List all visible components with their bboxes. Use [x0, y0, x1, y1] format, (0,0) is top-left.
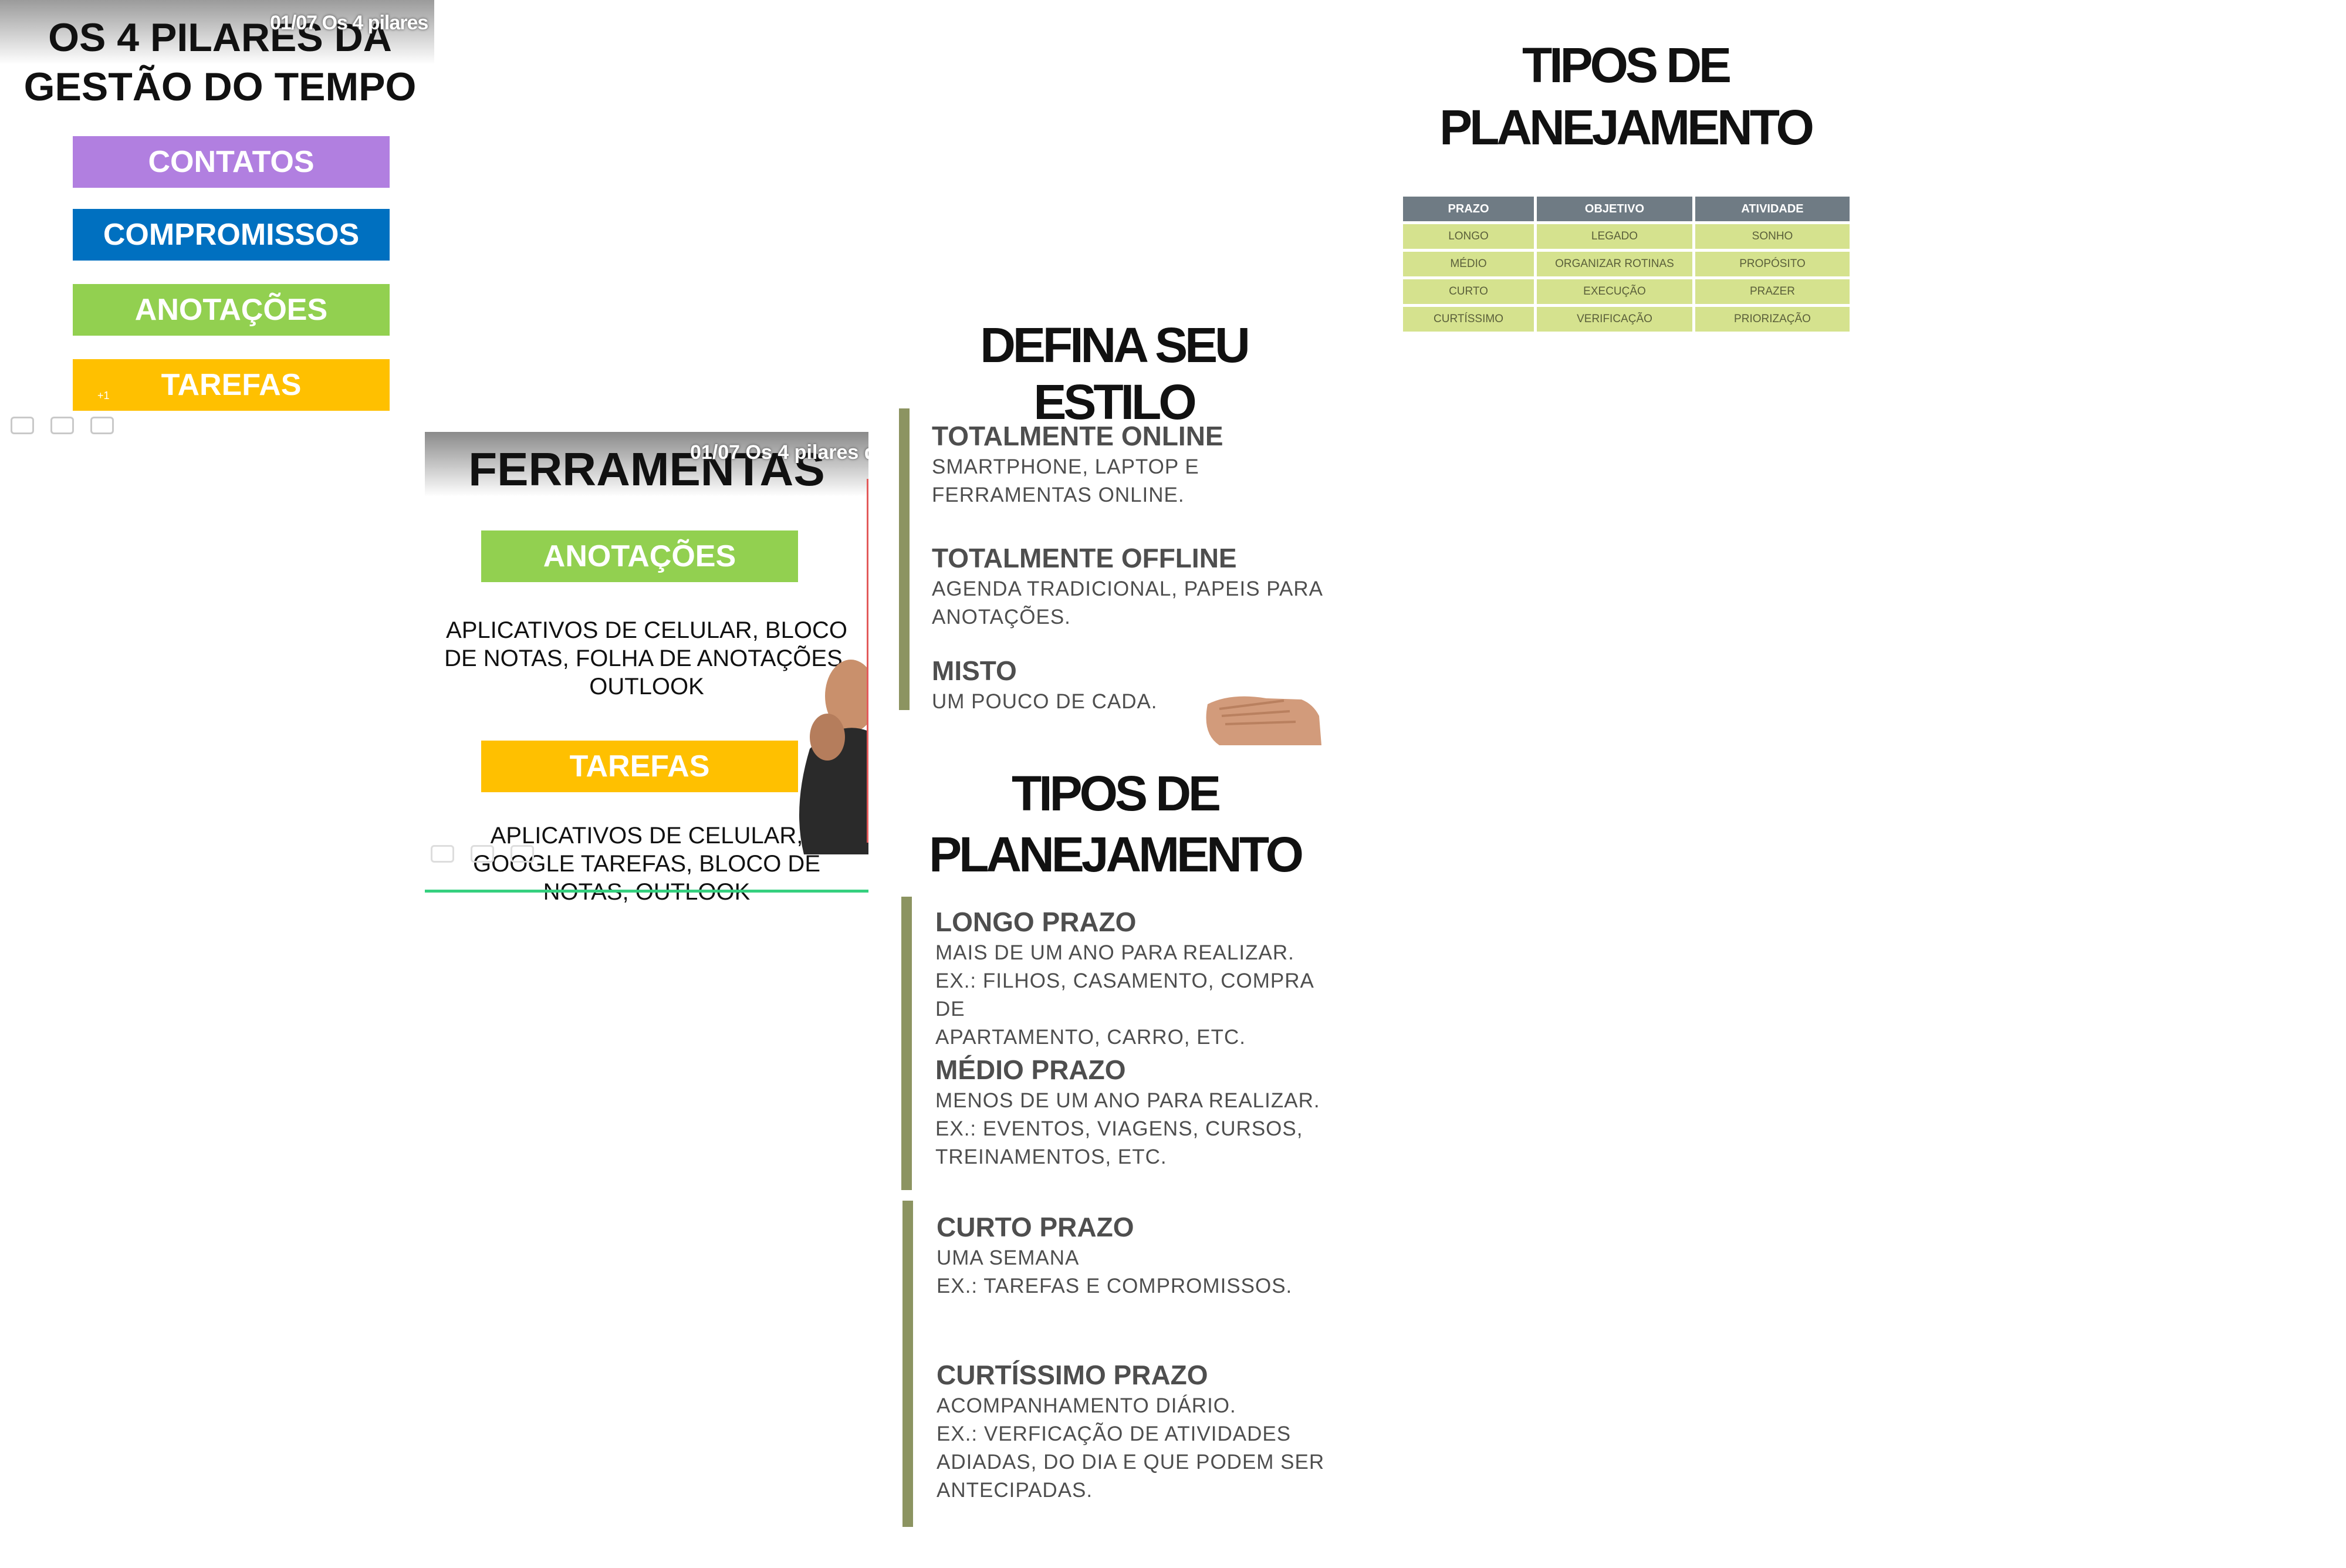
table-cell: LEGADO: [1537, 224, 1692, 249]
tabela-title: TIPOS DE PLANEJAMENTO: [1391, 34, 1860, 158]
medio-prazo-line: MENOS DE UM ANO PARA REALIZAR.: [935, 1089, 1320, 1112]
rewind-icon[interactable]: [11, 417, 34, 434]
right-edge-line: [867, 479, 868, 843]
table-row: CURTÍSSIMO VERIFICAÇÃO PRIORIZAÇÃO: [1403, 307, 1850, 332]
tipos-title: TIPOS DE PLANEJAMENTO: [898, 763, 1332, 885]
longo-prazo-text: MAIS DE UM ANO PARA REALIZAR. EX.: FILHO…: [935, 939, 1332, 1052]
video-title[interactable]: 01/07 Os 4 pilares d: [690, 441, 868, 464]
estilo-misto-text: UM POUCO DE CADA.: [932, 690, 1158, 713]
print-icon[interactable]: [90, 417, 114, 434]
table-cell: LONGO: [1403, 224, 1534, 249]
video-thumbnail-pilares[interactable]: OS 4 PILARES DA GESTÃO DO TEMPO 01/07 Os…: [0, 0, 434, 446]
table-row: CURTO EXECUÇÃO PRAZER: [1403, 279, 1850, 304]
curtissimo-prazo-text: ACOMPANHAMENTO DIÁRIO. EX.: VERFICAÇÃO D…: [937, 1392, 1324, 1505]
hand-image: [1206, 696, 1321, 745]
table-cell: PRAZER: [1695, 279, 1850, 304]
header-atividade: ATIVIDADE: [1695, 197, 1850, 221]
table-cell: EXECUÇÃO: [1537, 279, 1692, 304]
medio-prazo-heading: MÉDIO PRAZO: [935, 1055, 1126, 1085]
video-title[interactable]: 01/07 Os 4 pilares: [270, 12, 434, 35]
print-icon[interactable]: [511, 845, 534, 863]
curtissimo-prazo-line: ADIADAS, DO DIA E QUE PODEM SER: [937, 1451, 1325, 1474]
ferramentas-anotacoes-label: ANOTAÇÕES: [481, 530, 798, 582]
longo-prazo-line: MAIS DE UM ANO PARA REALIZAR.: [935, 941, 1294, 964]
table-cell: PRIORIZAÇÃO: [1695, 307, 1850, 332]
estilo-title: DEFINA SEU ESTILO: [980, 317, 1250, 430]
forward-icon[interactable]: [471, 845, 494, 863]
table-header-row: PRAZO OBJETIVO ATIVIDADE: [1403, 197, 1850, 221]
estilo-offline-heading: TOTALMENTE OFFLINE: [932, 543, 1237, 573]
rewind-icon[interactable]: [431, 845, 454, 863]
pilares-title-line2: GESTÃO DO TEMPO: [23, 65, 417, 109]
table-row: LONGO LEGADO SONHO: [1403, 224, 1850, 249]
medio-prazo-line: TREINAMENTOS, ETC.: [935, 1145, 1167, 1168]
curtissimo-prazo-heading: CURTÍSSIMO PRAZO: [937, 1360, 1208, 1390]
planejamento-table: PRAZO OBJETIVO ATIVIDADE LONGO LEGADO SO…: [1400, 194, 1853, 334]
curto-prazo-line: UMA SEMANA: [937, 1246, 1080, 1269]
curto-prazo-text: UMA SEMANA EX.: TAREFAS E COMPROMISSOS.: [937, 1244, 1292, 1300]
estilo-misto-heading: MISTO: [932, 655, 1017, 686]
pilar-anotacoes: ANOTAÇÕES: [73, 284, 390, 336]
curtissimo-prazo-line: ANTECIPADAS.: [937, 1479, 1093, 1502]
pilar-contatos: CONTATOS: [73, 136, 390, 188]
table-cell: SONHO: [1695, 224, 1850, 249]
header-prazo: PRAZO: [1403, 197, 1534, 221]
table-cell: VERIFICAÇÃO: [1537, 307, 1692, 332]
tipos-title-line2: PLANEJAMENTO: [929, 827, 1304, 882]
curtissimo-prazo-line: EX.: VERFICAÇÃO DE ATIVIDADES: [937, 1422, 1292, 1445]
ferramentas-tarefas-label: TAREFAS: [481, 741, 798, 792]
tipos-list-slide: TIPOS DE PLANEJAMENTO LONGO PRAZO MAIS D…: [898, 763, 1332, 1527]
longo-prazo-heading: LONGO PRAZO: [935, 907, 1137, 937]
estilo-slide: DEFINA SEU ESTILO TOTALMENTE ONLINE SMAR…: [897, 317, 1331, 745]
curto-prazo-line: EX.: TAREFAS E COMPROMISSOS.: [937, 1275, 1293, 1297]
tabela-title-line2: PLANEJAMENTO: [1439, 100, 1814, 155]
tipos-bar-1: [901, 897, 912, 1190]
table-cell: CURTO: [1403, 279, 1534, 304]
curtissimo-prazo-line: ACOMPANHAMENTO DIÁRIO.: [937, 1394, 1236, 1417]
progress-bar[interactable]: [425, 890, 868, 893]
estilo-online-text: SMARTPHONE, LAPTOP E FERRAMENTAS ONLINE.: [932, 455, 1199, 506]
curto-prazo-heading: CURTO PRAZO: [937, 1212, 1134, 1242]
table-cell: MÉDIO: [1403, 252, 1534, 276]
table-cell: CURTÍSSIMO: [1403, 307, 1534, 332]
estilo-bar: [899, 408, 910, 710]
longo-prazo-line: EX.: FILHOS, CASAMENTO, COMPRA DE: [935, 969, 1313, 1020]
estilo-online-heading: TOTALMENTE ONLINE: [932, 421, 1223, 451]
pilar-tarefas: TAREFAS: [73, 359, 390, 411]
small-mark: +1: [97, 390, 110, 401]
estilo-offline-text: AGENDA TRADICIONAL, PAPEIS PARA ANOTAÇÕE…: [932, 577, 1323, 628]
medio-prazo-text: MENOS DE UM ANO PARA REALIZAR. EX.: EVEN…: [935, 1087, 1320, 1171]
tipos-bar-2: [902, 1201, 913, 1527]
tabela-title-line1: TIPOS DE: [1522, 38, 1732, 93]
pilar-compromissos: COMPROMISSOS: [73, 209, 390, 261]
table-cell: ORGANIZAR ROTINAS: [1537, 252, 1692, 276]
longo-prazo-line: APARTAMENTO, CARRO, ETC.: [935, 1026, 1246, 1049]
tipos-title-line1: TIPOS DE: [1011, 766, 1221, 821]
header-objetivo: OBJETIVO: [1537, 197, 1692, 221]
table-row: MÉDIO ORGANIZAR ROTINAS PROPÓSITO: [1403, 252, 1850, 276]
forward-icon[interactable]: [50, 417, 74, 434]
medio-prazo-line: EX.: EVENTOS, VIAGENS, CURSOS,: [935, 1117, 1303, 1140]
presenter-figure: [799, 660, 868, 854]
table-cell: PROPÓSITO: [1695, 252, 1850, 276]
video-thumbnail-ferramentas[interactable]: FERRAMENTAS 01/07 Os 4 pilares d ANOTAÇÕ…: [425, 432, 868, 905]
